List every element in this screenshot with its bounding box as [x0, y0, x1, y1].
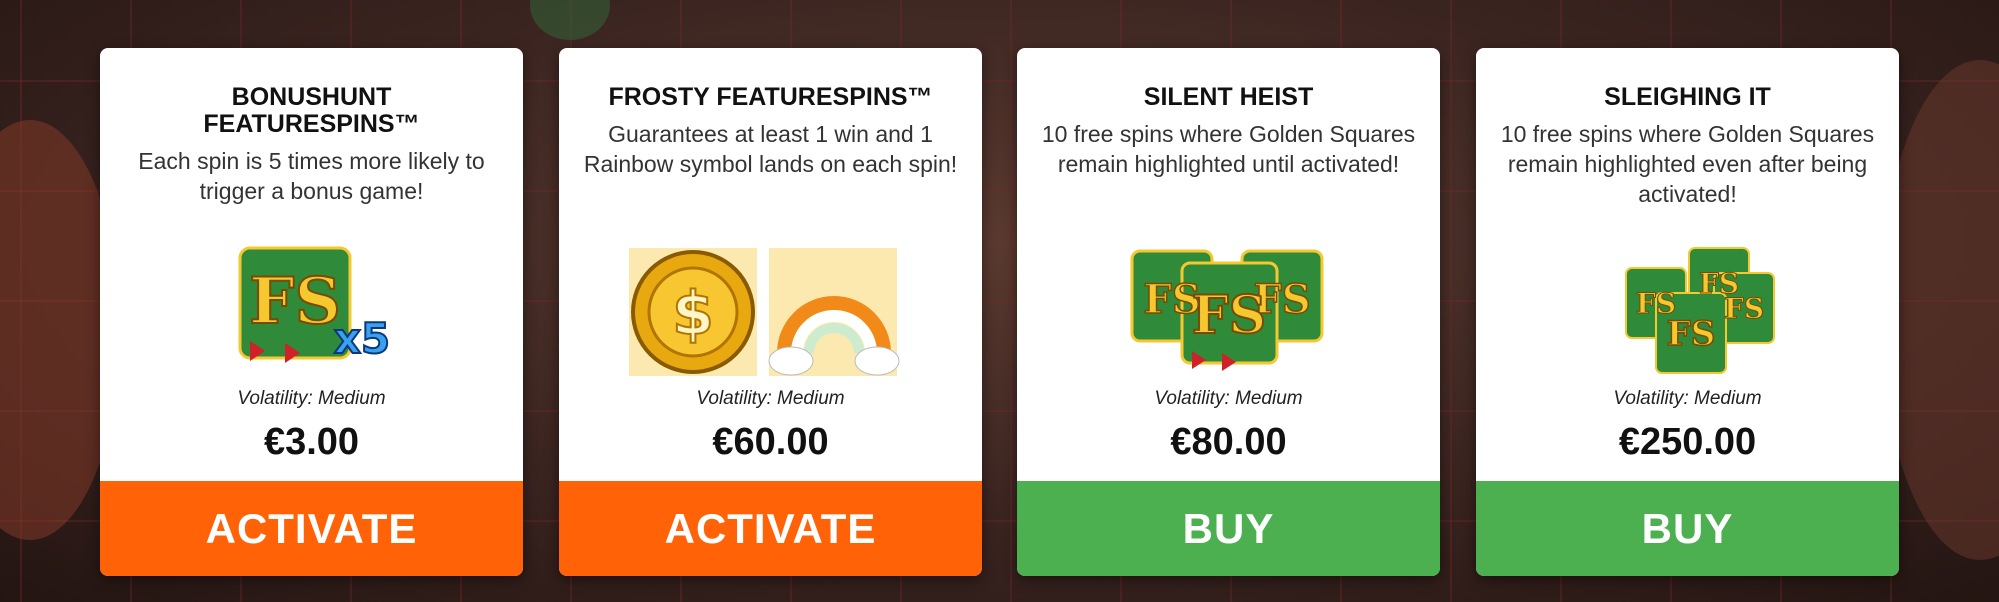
- price-label: €3.00: [263, 421, 360, 463]
- svg-text:FS: FS: [1724, 292, 1764, 325]
- bonus-card-bonushunt: BONUSHUNT FEATURESPINS™ Each spin is 5 t…: [100, 48, 523, 576]
- svg-text:x5: x5: [334, 314, 390, 363]
- card-title: FROSTY FEATURESPINS™: [608, 83, 933, 111]
- volatility-label: Volatility: Medium: [696, 388, 845, 409]
- card-title: BONUSHUNT FEATURESPINS™: [203, 83, 420, 138]
- activate-button[interactable]: ACTIVATE: [559, 481, 982, 576]
- card-description: 10 free spins where Golden Squares remai…: [1041, 121, 1416, 177]
- card-description: Guarantees at least 1 win and 1 Rainbow …: [583, 121, 958, 177]
- card-title: SLEIGHING IT: [1604, 83, 1771, 111]
- price-label: €80.00: [1170, 421, 1287, 463]
- card-description: Each spin is 5 times more likely to trig…: [138, 148, 485, 204]
- card-title: SILENT HEIST: [1143, 83, 1314, 111]
- bonus-card-silent-heist: SILENT HEIST 10 free spins where Golden …: [1017, 48, 1440, 576]
- price-label: €60.00: [712, 421, 829, 463]
- svg-text:FS: FS: [1192, 285, 1266, 346]
- activate-button[interactable]: ACTIVATE: [100, 481, 523, 576]
- volatility-label: Volatility: Medium: [1154, 388, 1303, 409]
- price-label: €250.00: [1618, 421, 1757, 463]
- volatility-label: Volatility: Medium: [1613, 388, 1762, 409]
- buy-button[interactable]: BUY: [1017, 481, 1440, 576]
- bonus-card-sleighing-it: SLEIGHING IT 10 free spins where Golden …: [1476, 48, 1899, 576]
- svg-text:FS: FS: [1667, 314, 1716, 354]
- bonus-card-frosty: FROSTY FEATURESPINS™ Guarantees at least…: [559, 48, 982, 576]
- svg-text:$: $: [672, 279, 714, 349]
- buy-button[interactable]: BUY: [1476, 481, 1899, 576]
- svg-text:FS: FS: [249, 264, 341, 339]
- card-description: 10 free spins where Golden Squares remai…: [1500, 121, 1875, 207]
- volatility-label: Volatility: Medium: [237, 388, 386, 409]
